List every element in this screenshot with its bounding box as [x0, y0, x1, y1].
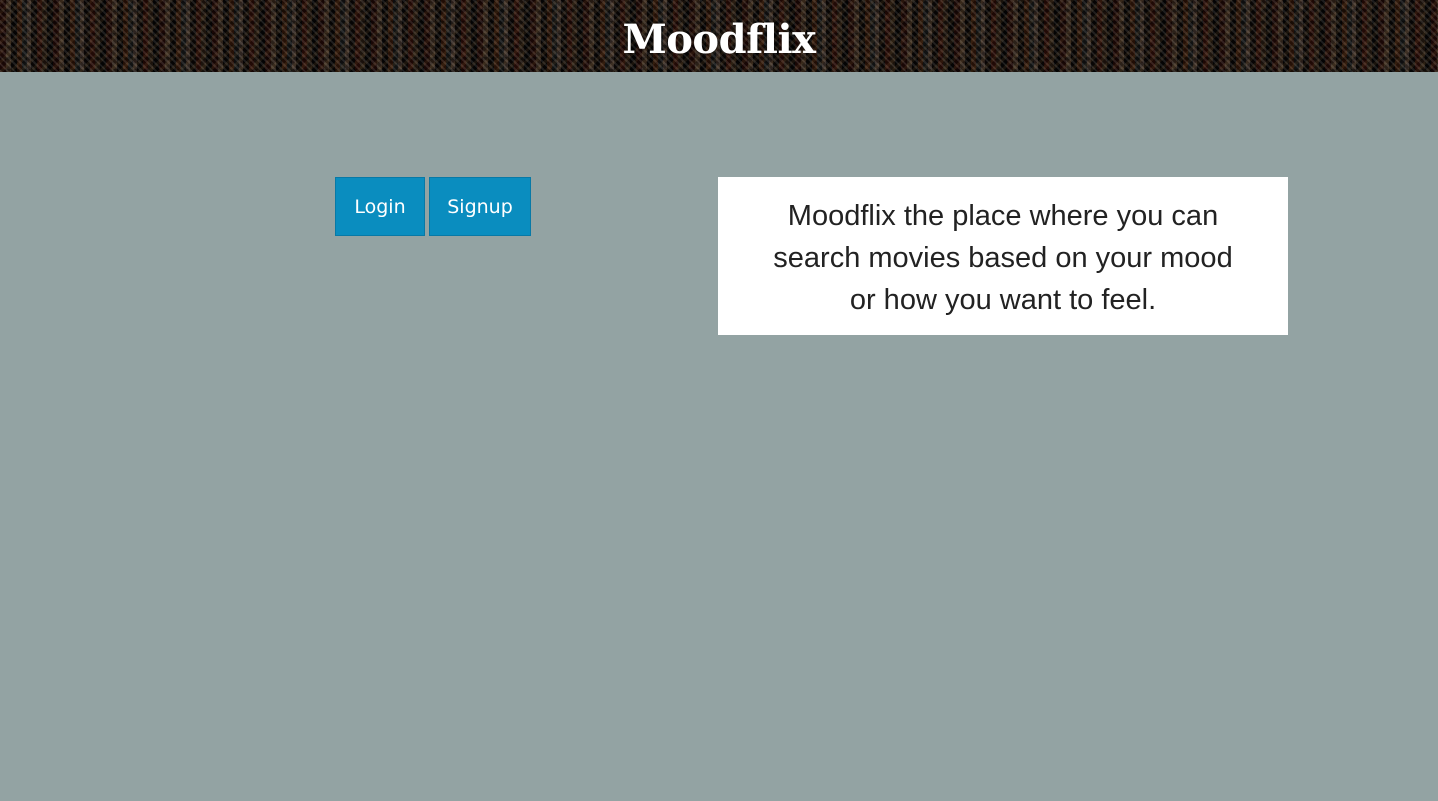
login-button[interactable]: Login [335, 177, 425, 236]
site-title: Moodflix [622, 16, 816, 63]
intro-box: Moodflix the place where you can search … [718, 177, 1288, 335]
intro-text: Moodflix the place where you can search … [773, 200, 1233, 316]
signup-button[interactable]: Signup [429, 177, 531, 236]
auth-button-group: Login Signup [335, 177, 531, 236]
header-banner: Moodflix [0, 0, 1438, 72]
